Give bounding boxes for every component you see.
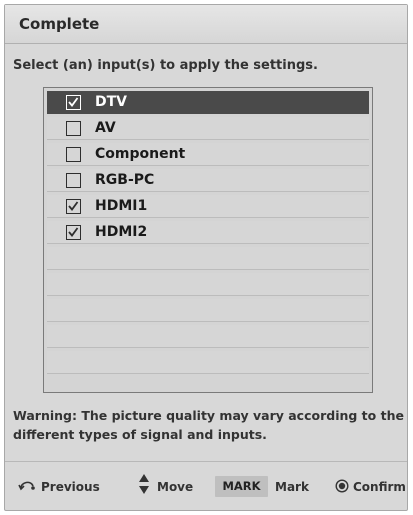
return-arrow-icon — [17, 476, 37, 496]
input-label: Component — [95, 146, 186, 162]
input-label: RGB-PC — [95, 172, 155, 188]
input-row[interactable]: HDMI1 — [47, 195, 369, 218]
instruction-text: Select (an) input(s) to apply the settin… — [13, 58, 318, 73]
checkbox-icon[interactable] — [66, 147, 81, 162]
checkbox-icon[interactable] — [66, 95, 81, 110]
input-list: DTV AV Component RGB-PC HDMI1 HDMI2 — [43, 87, 373, 393]
input-row[interactable]: RGB-PC — [47, 169, 369, 192]
mark-label: Mark — [275, 480, 309, 494]
input-row[interactable]: DTV — [47, 91, 369, 114]
empty-row — [47, 273, 369, 296]
input-label: AV — [95, 120, 116, 136]
up-down-arrows-icon — [138, 473, 150, 499]
checkbox-icon[interactable] — [66, 121, 81, 136]
previous-label[interactable]: Previous — [41, 480, 100, 494]
move-label: Move — [157, 480, 194, 494]
footer-help-bar: Previous Move MARK Mark Confirm — [5, 461, 407, 511]
input-label: DTV — [95, 94, 128, 110]
input-row[interactable]: HDMI2 — [47, 221, 369, 244]
ok-circle-icon — [335, 478, 349, 497]
input-row[interactable]: Component — [47, 143, 369, 166]
input-row[interactable]: AV — [47, 117, 369, 140]
mark-key[interactable]: MARK — [215, 476, 268, 497]
confirm-label[interactable]: Confirm — [353, 480, 406, 494]
warning-text: Warning: The picture quality may vary ac… — [13, 408, 404, 442]
checkbox-icon[interactable] — [66, 173, 81, 188]
empty-row — [47, 247, 369, 270]
input-settings-dialog: Complete Select (an) input(s) to apply t… — [4, 4, 408, 511]
empty-row — [47, 325, 369, 348]
checkbox-icon[interactable] — [66, 199, 81, 214]
dialog-title: Complete — [19, 15, 100, 33]
checkbox-icon[interactable] — [66, 225, 81, 240]
empty-row — [47, 351, 369, 374]
title-bar: Complete — [5, 5, 407, 44]
input-label: HDMI1 — [95, 198, 148, 214]
input-label: HDMI2 — [95, 224, 148, 240]
empty-row — [47, 299, 369, 322]
